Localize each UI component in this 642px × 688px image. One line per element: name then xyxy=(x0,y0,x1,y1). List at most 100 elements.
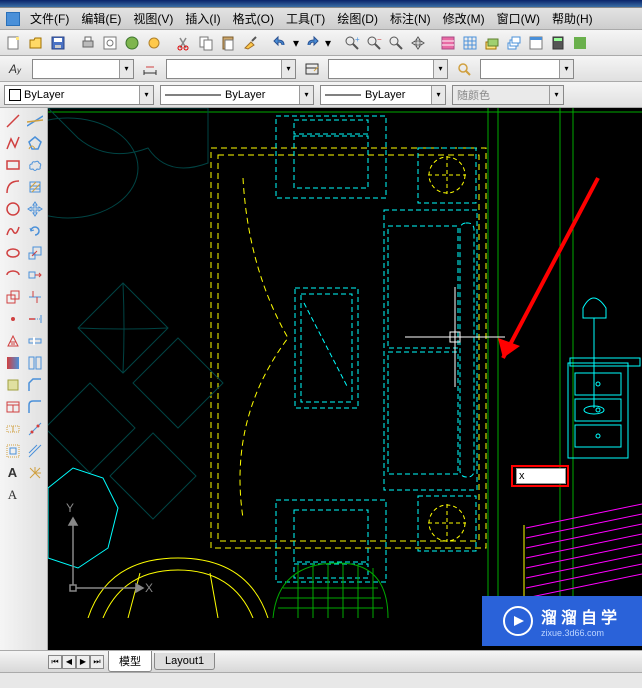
hatch-tool[interactable] xyxy=(24,176,45,197)
tab-next-button[interactable]: ▶ xyxy=(76,655,90,669)
dropdown-icon[interactable]: ▾ xyxy=(431,86,445,104)
text-tool[interactable]: A xyxy=(2,484,23,505)
cloud-tool[interactable] xyxy=(24,154,45,175)
dim-style-combo[interactable]: ▾ xyxy=(166,59,296,79)
table-style-icon[interactable] xyxy=(302,59,322,79)
arc-tool[interactable] xyxy=(2,176,23,197)
tab-first-button[interactable]: ⏮ xyxy=(48,655,62,669)
tab-layout1[interactable]: Layout1 xyxy=(154,653,215,670)
search-combo[interactable]: ▾ xyxy=(480,59,574,79)
group2-tool[interactable] xyxy=(2,440,23,461)
menu-modify[interactable]: 修改(M) xyxy=(437,8,491,29)
text-style-icon[interactable]: Ay xyxy=(4,59,26,79)
app-button[interactable] xyxy=(570,33,590,53)
stack-button[interactable] xyxy=(504,33,524,53)
menu-insert[interactable]: 插入(I) xyxy=(179,8,226,29)
tab-prev-button[interactable]: ◀ xyxy=(62,655,76,669)
zoom-extents-button[interactable] xyxy=(386,33,406,53)
table-style-combo[interactable]: ▾ xyxy=(328,59,448,79)
array-r-tool[interactable] xyxy=(24,418,45,439)
command-input[interactable] xyxy=(516,468,566,484)
group1-tool[interactable] xyxy=(2,418,23,439)
join-tool[interactable] xyxy=(24,352,45,373)
line-tool[interactable] xyxy=(2,110,23,131)
dropdown-icon[interactable]: ▾ xyxy=(549,86,563,104)
drawing-canvas[interactable]: Y X xyxy=(48,108,642,650)
dropdown-icon[interactable]: ▾ xyxy=(433,60,447,78)
region-tool[interactable] xyxy=(2,374,23,395)
polygon-tool[interactable] xyxy=(24,132,45,153)
zoom-realtime-button[interactable]: + xyxy=(342,33,362,53)
ellipse-arc-tool[interactable] xyxy=(2,264,23,285)
menu-draw[interactable]: 绘图(D) xyxy=(331,8,384,29)
layer-button[interactable] xyxy=(482,33,502,53)
menu-annotate[interactable]: 标注(N) xyxy=(384,8,437,29)
scale-tool[interactable] xyxy=(24,242,45,263)
pan-button[interactable] xyxy=(408,33,428,53)
spline-tool[interactable] xyxy=(2,220,23,241)
grid-button[interactable] xyxy=(460,33,480,53)
dropdown-icon[interactable]: ▾ xyxy=(281,60,295,78)
preview-button[interactable] xyxy=(100,33,120,53)
mtext-tool[interactable]: A xyxy=(2,462,23,483)
copy-button[interactable] xyxy=(196,33,216,53)
menu-edit[interactable]: 编辑(E) xyxy=(75,8,127,29)
move-tool[interactable] xyxy=(24,198,45,219)
break-tool[interactable] xyxy=(24,330,45,351)
rectangle-tool[interactable] xyxy=(2,154,23,175)
redo-dropdown[interactable]: ▾ xyxy=(324,36,332,50)
explode-tool[interactable] xyxy=(24,462,45,483)
publish-button[interactable] xyxy=(122,33,142,53)
search-icon[interactable] xyxy=(454,59,474,79)
tool-button[interactable] xyxy=(144,33,164,53)
linetype-combo[interactable]: ByLayer ▾ xyxy=(160,85,314,105)
paste-button[interactable] xyxy=(218,33,238,53)
rotate-tool[interactable] xyxy=(24,220,45,241)
menu-help[interactable]: 帮助(H) xyxy=(546,8,599,29)
menu-file[interactable]: 文件(F) xyxy=(24,8,75,29)
table-button[interactable] xyxy=(438,33,458,53)
undo-button[interactable] xyxy=(270,33,290,53)
open-button[interactable] xyxy=(26,33,46,53)
print-button[interactable] xyxy=(78,33,98,53)
text-style-combo[interactable]: ▾ xyxy=(32,59,134,79)
gradient-tool[interactable] xyxy=(2,352,23,373)
dropdown-icon[interactable]: ▾ xyxy=(299,86,313,104)
cut-button[interactable] xyxy=(174,33,194,53)
menu-format[interactable]: 格式(O) xyxy=(227,8,280,29)
menu-view[interactable]: 视图(V) xyxy=(127,8,179,29)
layer-color-combo[interactable]: ByLayer ▾ xyxy=(4,85,154,105)
chamfer-tool[interactable] xyxy=(24,374,45,395)
plotstyle-combo[interactable]: 随颜色 ▾ xyxy=(452,85,564,105)
fillet-tool[interactable] xyxy=(24,396,45,417)
block-tool[interactable] xyxy=(2,286,23,307)
tab-last-button[interactable]: ⏭ xyxy=(90,655,104,669)
redo-button[interactable] xyxy=(302,33,322,53)
hatch2-tool[interactable] xyxy=(2,330,23,351)
trim-tool[interactable] xyxy=(24,286,45,307)
dropdown-icon[interactable]: ▾ xyxy=(119,60,133,78)
dim-style-icon[interactable] xyxy=(140,59,160,79)
horizontal-scrollbar[interactable] xyxy=(0,672,642,688)
undo-dropdown[interactable]: ▾ xyxy=(292,36,300,50)
dropdown-icon[interactable]: ▾ xyxy=(139,86,153,104)
save-button[interactable] xyxy=(48,33,68,53)
calc-button[interactable] xyxy=(548,33,568,53)
tablef-tool[interactable] xyxy=(2,396,23,417)
tab-model[interactable]: 模型 xyxy=(108,651,152,672)
extend-tool[interactable] xyxy=(24,308,45,329)
polyline-tool[interactable] xyxy=(2,132,23,153)
dropdown-icon[interactable]: ▾ xyxy=(559,60,573,78)
stretch-tool[interactable] xyxy=(24,264,45,285)
ellipse-tool[interactable] xyxy=(2,242,23,263)
array-p-tool[interactable] xyxy=(24,440,45,461)
menu-window[interactable]: 窗口(W) xyxy=(491,8,546,29)
sheet-button[interactable] xyxy=(526,33,546,53)
new-button[interactable] xyxy=(4,33,24,53)
point-tool[interactable] xyxy=(2,308,23,329)
brush-button[interactable] xyxy=(240,33,260,53)
zoom-window-button[interactable]: − xyxy=(364,33,384,53)
lineweight-combo[interactable]: ByLayer ▾ xyxy=(320,85,446,105)
menu-tools[interactable]: 工具(T) xyxy=(280,8,331,29)
circle-tool[interactable] xyxy=(2,198,23,219)
